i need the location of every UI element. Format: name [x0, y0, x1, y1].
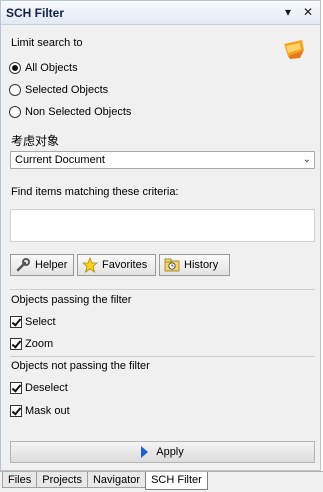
radio-label-selected-objects: Selected Objects — [25, 84, 109, 96]
select-checkbox-row[interactable]: Select — [10, 316, 56, 328]
scope-label: 考虑对象 — [11, 134, 60, 148]
select-checkbox-label: Select — [25, 316, 56, 328]
deselect-checkbox-label: Deselect — [25, 382, 68, 394]
maskout-checkbox-label: Mask out — [25, 405, 70, 417]
altium-logo-icon — [284, 40, 304, 59]
apply-button[interactable]: Apply — [10, 441, 315, 463]
chevron-down-icon[interactable]: ⌄ — [303, 152, 311, 168]
scope-dropdown-value: Current Document — [15, 154, 105, 166]
limit-search-heading: Limit search to — [11, 37, 83, 49]
deselect-checkbox-row[interactable]: Deselect — [10, 382, 68, 394]
history-folder-icon — [164, 258, 180, 272]
history-button-label: History — [184, 259, 219, 271]
play-arrow-icon — [141, 446, 149, 458]
maskout-checkbox-row[interactable]: Mask out — [10, 405, 70, 417]
tab-files[interactable]: Files — [2, 472, 38, 488]
sch-filter-panel: SCH Filter ▾ ✕ Limit search to All Objec… — [0, 0, 321, 471]
scope-dropdown[interactable]: Current Document ⌄ — [10, 151, 315, 169]
favorites-button-label: Favorites — [102, 259, 148, 271]
deselect-checkbox[interactable] — [10, 382, 22, 394]
criteria-input[interactable] — [10, 209, 315, 242]
tab-navigator[interactable]: Navigator — [86, 472, 147, 488]
divider — [10, 289, 315, 290]
maskout-checkbox[interactable] — [10, 405, 22, 417]
panel-titlebar[interactable]: SCH Filter ▾ ✕ — [1, 1, 320, 25]
radio-button-checked[interactable] — [9, 62, 21, 74]
apply-button-label: Apply — [156, 446, 184, 458]
radio-label-non-selected-objects: Non Selected Objects — [25, 106, 132, 118]
radio-non-selected-objects[interactable]: Non Selected Objects — [9, 106, 131, 118]
zoom-checkbox[interactable] — [10, 338, 22, 350]
pin-menu-icon[interactable]: ▾ — [282, 5, 294, 19]
not-passing-heading: Objects not passing the filter — [11, 360, 150, 372]
radio-button[interactable] — [9, 84, 21, 96]
divider — [10, 356, 315, 357]
panel-title: SCH Filter — [6, 6, 65, 20]
select-checkbox[interactable] — [10, 316, 22, 328]
tab-sch-filter[interactable]: SCH Filter — [145, 472, 208, 490]
panel-tab-bar: Files Projects Navigator SCH Filter — [0, 471, 323, 492]
radio-button[interactable] — [9, 106, 21, 118]
radio-selected-objects[interactable]: Selected Objects — [9, 84, 108, 96]
history-button[interactable]: History — [159, 254, 230, 276]
helper-button-label: Helper — [35, 259, 68, 271]
close-icon[interactable]: ✕ — [302, 5, 314, 19]
tab-projects[interactable]: Projects — [36, 472, 88, 488]
title-controls: ▾ ✕ — [282, 5, 314, 19]
radio-label-all-objects: All Objects — [25, 62, 78, 74]
passing-heading: Objects passing the filter — [11, 294, 132, 306]
zoom-checkbox-label: Zoom — [25, 338, 54, 350]
star-icon — [82, 257, 98, 273]
radio-all-objects[interactable]: All Objects — [9, 62, 78, 74]
wrench-icon — [16, 258, 30, 272]
favorites-button[interactable]: Favorites — [77, 254, 156, 276]
criteria-label: Find items matching these criteria: — [11, 186, 179, 198]
helper-button[interactable]: Helper — [10, 254, 74, 276]
zoom-checkbox-row[interactable]: Zoom — [10, 338, 53, 350]
